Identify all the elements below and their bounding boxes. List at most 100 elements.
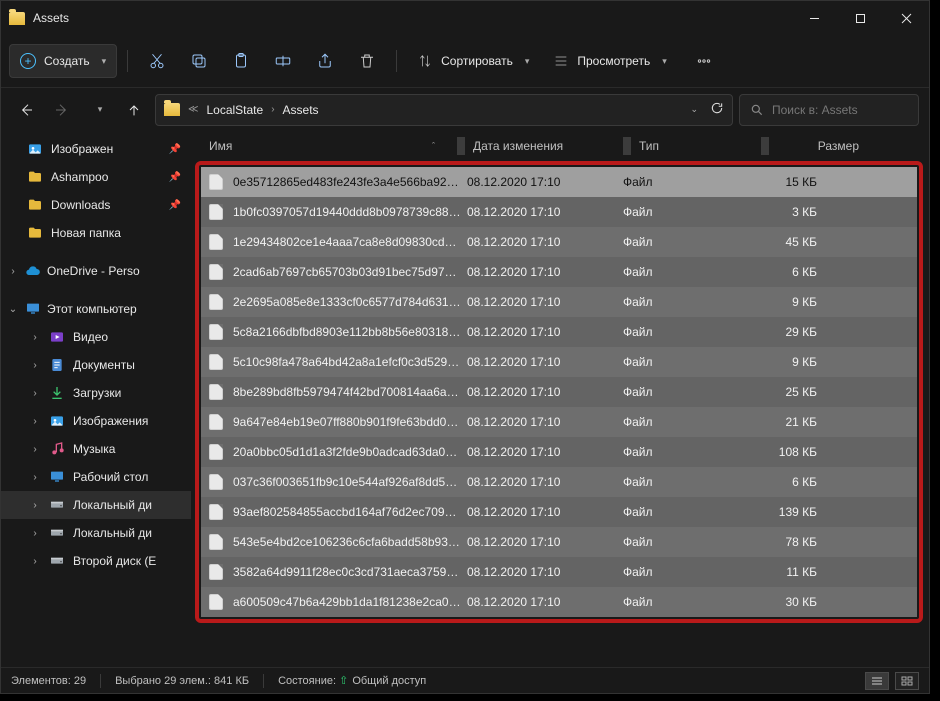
new-button-label: Создать (44, 54, 90, 68)
file-size: 30 КБ (739, 595, 827, 609)
file-icon (209, 564, 223, 580)
cut-button[interactable] (138, 44, 176, 78)
plus-icon: + (20, 53, 36, 69)
view-button[interactable]: Просмотреть ▾ (543, 44, 676, 78)
sidebar-item-label: Видео (73, 330, 108, 344)
file-name: 2e2695a085e8e1333cf0c6577d784d631b0a… (233, 295, 463, 309)
table-row[interactable]: 2e2695a085e8e1333cf0c6577d784d631b0a…08.… (201, 287, 917, 317)
table-row[interactable]: a600509c47b6a429bb1da1f81238e2ca08b…08.1… (201, 587, 917, 617)
chevron-down-icon[interactable]: ⌄ (690, 104, 698, 115)
chevron-down-icon: ⌄ (7, 304, 19, 315)
table-row[interactable]: 0e35712865ed483fe243fe3a4e566ba92c7c…08.… (201, 167, 917, 197)
file-name: 037c36f003651fb9c10e544af926af8dd51fa… (233, 475, 463, 489)
more-button[interactable] (685, 44, 723, 78)
file-date: 08.12.2020 17:10 (463, 505, 619, 519)
details-view-button[interactable] (865, 672, 889, 690)
chevron-right-icon: › (29, 416, 41, 427)
thumbnails-view-button[interactable] (895, 672, 919, 690)
file-name: 1b0fc0397057d19440ddd8b0978739c8877… (233, 205, 463, 219)
recent-button[interactable]: ▾ (83, 95, 113, 125)
refresh-button[interactable] (710, 101, 724, 118)
search-input[interactable]: Поиск в: Assets (739, 94, 919, 126)
sidebar-item[interactable]: ›Видео (1, 323, 191, 351)
file-size: 9 КБ (739, 355, 827, 369)
chevron-down-icon: ▾ (662, 56, 667, 67)
file-name: 9a647e84eb19e07ff880b901f9fe63bdd0b3… (233, 415, 463, 429)
breadcrumb[interactable]: LocalState (202, 103, 267, 117)
file-date: 08.12.2020 17:10 (463, 565, 619, 579)
file-icon (209, 534, 223, 550)
table-row[interactable]: 93aef802584855accbd164af76d2ec709425…08.… (201, 497, 917, 527)
chevron-right-icon: › (29, 472, 41, 483)
sort-asc-icon: ˆ (432, 141, 435, 151)
file-type: Файл (619, 535, 739, 549)
forward-button[interactable] (47, 95, 77, 125)
table-row[interactable]: 5c8a2166dbfbd8903e112bb8b56e80318bb…08.1… (201, 317, 917, 347)
table-row[interactable]: 1e29434802ce1e4aaa7ca8e8d09830cdd33…08.1… (201, 227, 917, 257)
table-row[interactable]: 2cad6ab7697cb65703b03d91bec75d97376…08.1… (201, 257, 917, 287)
sidebar-item-pinned[interactable]: Изображен📌 (1, 135, 191, 163)
sidebar-item-label: Локальный ди (73, 526, 152, 540)
file-size: 9 КБ (739, 295, 827, 309)
column-date[interactable]: Дата изменения (469, 139, 619, 153)
file-list: Имя ˆ Дата изменения Тип Размер 0e357128… (191, 131, 929, 667)
sidebar-item[interactable]: ›Загрузки (1, 379, 191, 407)
rename-button[interactable] (264, 44, 302, 78)
file-type: Файл (619, 295, 739, 309)
video-icon (49, 329, 65, 345)
status-state: Состояние: ⇧Общий доступ (278, 674, 426, 687)
status-items: Элементов: 29 (11, 675, 86, 687)
paste-button[interactable] (222, 44, 260, 78)
sidebar-item-label: Музыка (73, 442, 115, 456)
table-row[interactable]: 20a0bbc05d1d1a3f2fde9b0adcad63da0a8…08.1… (201, 437, 917, 467)
file-type: Файл (619, 205, 739, 219)
sidebar-item[interactable]: ›Локальный ди (1, 519, 191, 547)
sort-button[interactable]: Сортировать ▾ (407, 44, 539, 78)
copy-button[interactable] (180, 44, 218, 78)
sidebar-item[interactable]: ›Локальный ди (1, 491, 191, 519)
file-icon (209, 594, 223, 610)
sidebar-item-thispc[interactable]: ⌄ Этот компьютер (1, 295, 191, 323)
sidebar-item-label: Изображен (51, 142, 113, 156)
folder-icon (164, 103, 180, 116)
close-button[interactable] (883, 1, 929, 35)
drive-icon (49, 497, 65, 513)
back-button[interactable] (11, 95, 41, 125)
table-row[interactable]: 3582a64d9911f28ec0c3cd731aeca3759e4a…08.… (201, 557, 917, 587)
search-icon (750, 103, 764, 117)
file-type: Файл (619, 175, 739, 189)
file-date: 08.12.2020 17:10 (463, 595, 619, 609)
maximize-button[interactable] (837, 1, 883, 35)
table-row[interactable]: 9a647e84eb19e07ff880b901f9fe63bdd0b3…08.… (201, 407, 917, 437)
sidebar-item-label: Новая папка (51, 226, 121, 240)
sidebar-item[interactable]: ›Рабочий стол (1, 463, 191, 491)
sidebar-item[interactable]: ›Второй диск (E (1, 547, 191, 575)
file-icon (209, 444, 223, 460)
address-bar[interactable]: ≪ LocalState › Assets ⌄ (155, 94, 733, 126)
up-button[interactable] (119, 95, 149, 125)
column-name[interactable]: Имя (209, 139, 232, 153)
share-button[interactable] (306, 44, 344, 78)
command-bar: + Создать ▾ Сортировать ▾ (1, 35, 929, 87)
minimize-button[interactable] (791, 1, 837, 35)
table-row[interactable]: 543e5e4bd2ce106236c6cfa6badd58b93c9…08.1… (201, 527, 917, 557)
sidebar-item-pinned[interactable]: Downloads📌 (1, 191, 191, 219)
sidebar-item-pinned[interactable]: Новая папка (1, 219, 191, 247)
table-row[interactable]: 5c10c98fa478a64bd42a8a1efcf0c3d5296a…08.… (201, 347, 917, 377)
file-type: Файл (619, 475, 739, 489)
new-button[interactable]: + Создать ▾ (9, 44, 117, 78)
delete-button[interactable] (348, 44, 386, 78)
sidebar-item[interactable]: ›Документы (1, 351, 191, 379)
column-size[interactable]: Размер (773, 139, 863, 153)
column-type[interactable]: Тип (635, 139, 757, 153)
table-row[interactable]: 037c36f003651fb9c10e544af926af8dd51fa…08… (201, 467, 917, 497)
table-row[interactable]: 8be289bd8fb5979474f42bd700814aa6a70…08.1… (201, 377, 917, 407)
table-row[interactable]: 1b0fc0397057d19440ddd8b0978739c8877…08.1… (201, 197, 917, 227)
breadcrumb[interactable]: Assets (279, 103, 323, 117)
sidebar-item-onedrive[interactable]: › OneDrive - Perso (1, 257, 191, 285)
sidebar-item[interactable]: ›Изображения (1, 407, 191, 435)
folder-icon (27, 225, 43, 241)
sidebar-item[interactable]: ›Музыка (1, 435, 191, 463)
monitor-icon (25, 301, 41, 317)
sidebar-item-pinned[interactable]: Ashampoo📌 (1, 163, 191, 191)
